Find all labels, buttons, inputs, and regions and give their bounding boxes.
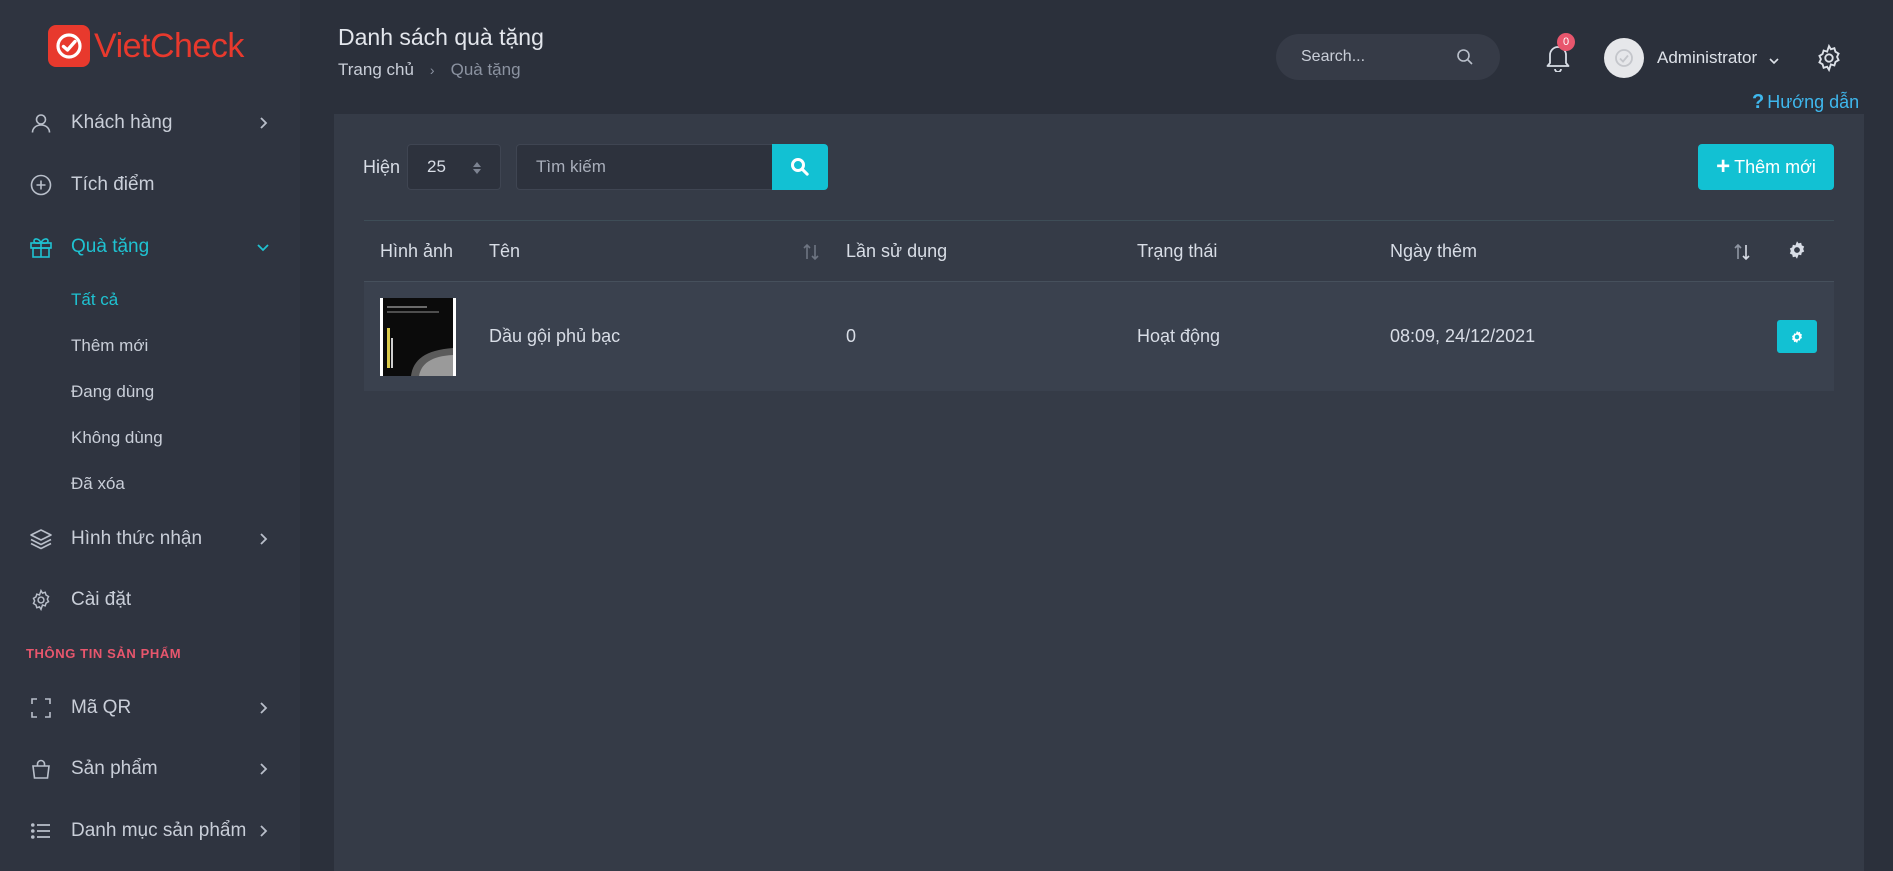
sidebar-item-qr-codes[interactable]: Mã QR [0, 688, 300, 728]
search-button[interactable] [772, 144, 828, 190]
submenu-item-add-new[interactable]: Thêm mới [71, 336, 148, 356]
notification-count-badge: 0 [1557, 33, 1575, 51]
plus-circle-icon [28, 172, 54, 198]
sidebar-item-label: Danh mục sản phẩm [71, 820, 247, 841]
user-icon [28, 110, 54, 136]
column-header-image: Hình ảnh [380, 241, 454, 261]
sidebar: VietCheck Khách hàng Tích điểm Quà tặng … [0, 0, 300, 871]
sidebar-item-label: Khách hàng [71, 112, 173, 133]
list-icon [28, 818, 54, 844]
sidebar-item-settings[interactable]: Cài đặt [0, 580, 300, 620]
settings-gear-icon[interactable] [1815, 43, 1843, 77]
search-icon [791, 158, 809, 176]
logo-text: VietCheck [94, 26, 244, 65]
gear-icon [28, 587, 54, 613]
column-header-date-added[interactable]: Ngày thêm [1390, 241, 1477, 262]
search-icon[interactable] [1456, 48, 1474, 71]
gift-status: Hoạt động [1137, 326, 1221, 346]
logo[interactable]: VietCheck [48, 22, 244, 70]
gift-uses: 0 [846, 326, 857, 346]
row-settings-button[interactable] [1777, 320, 1817, 353]
plus-icon: + [1716, 153, 1731, 180]
add-new-label: Thêm mới [1734, 156, 1816, 177]
submenu-item-all[interactable]: Tất cả [71, 290, 118, 310]
submenu-item-in-use[interactable]: Đang dùng [71, 382, 154, 402]
qr-scan-icon [28, 695, 54, 721]
chevron-down-icon[interactable] [1768, 52, 1780, 70]
sidebar-item-product-categories[interactable]: Danh mục sản phẩm [0, 811, 300, 851]
sidebar-item-label: Sản phẩm [71, 758, 158, 779]
breadcrumb-home-link[interactable]: Trang chủ [338, 60, 414, 80]
submenu-item-deleted[interactable]: Đã xóa [71, 474, 125, 494]
chevron-right-icon [256, 701, 270, 715]
sort-icon[interactable] [802, 242, 820, 267]
page-size-select[interactable]: 25 [407, 144, 501, 190]
header-search [1276, 34, 1500, 80]
sidebar-item-label: Cài đặt [71, 589, 132, 610]
page-size-label: Hiện [363, 157, 401, 177]
table-search-input[interactable] [536, 157, 756, 177]
sidebar-item-label: Tích điểm [71, 174, 155, 195]
user-menu-name[interactable]: Administrator [1657, 48, 1757, 68]
sidebar-item-customers[interactable]: Khách hàng [0, 103, 300, 143]
chevron-right-icon [256, 762, 270, 776]
sidebar-item-products[interactable]: Sản phẩm [0, 749, 300, 789]
sidebar-item-label: Quà tặng [71, 236, 150, 257]
sidebar-item-label: Mã QR [71, 697, 132, 718]
select-arrows-icon [472, 160, 482, 181]
layers-icon [28, 526, 54, 552]
chevron-down-icon [256, 240, 270, 254]
column-settings-gear-icon[interactable] [1787, 240, 1807, 265]
sidebar-item-gifts[interactable]: Quà tặng [0, 227, 300, 267]
table-search-field [516, 144, 773, 190]
table-top-border [364, 220, 1834, 221]
sort-icon[interactable] [1733, 242, 1751, 267]
column-header-name[interactable]: Tên [489, 241, 520, 262]
content-card [334, 114, 1864, 871]
add-new-button[interactable]: + Thêm mới [1698, 144, 1834, 190]
sidebar-item-receive-methods[interactable]: Hình thức nhận [0, 519, 300, 559]
logo-check-icon [48, 25, 90, 67]
avatar[interactable] [1604, 38, 1644, 78]
section-label-product-info: THÔNG TIN SẢN PHẨM [26, 646, 182, 661]
help-link-label: Hướng dẫn [1767, 92, 1860, 112]
chevron-right-icon [256, 532, 270, 546]
help-link[interactable]: ? Hướng dẫn [1752, 91, 1859, 114]
chevron-right-icon [256, 116, 270, 130]
gear-icon [1791, 330, 1803, 343]
header-search-input[interactable] [1301, 48, 1451, 66]
shopping-bag-icon [28, 756, 54, 782]
gift-thumbnail-image[interactable] [380, 298, 456, 376]
sidebar-item-label: Hình thức nhận [71, 528, 203, 549]
gift-name[interactable]: Dầu gội phủ bạc [489, 326, 620, 347]
breadcrumb-current: Quà tặng [450, 60, 521, 79]
submenu-item-not-in-use[interactable]: Không dùng [71, 428, 163, 448]
column-header-uses[interactable]: Lần sử dụng [846, 241, 947, 262]
gift-icon [28, 234, 54, 260]
breadcrumb-separator: › [429, 62, 435, 78]
page-title: Danh sách quà tặng [338, 24, 544, 50]
question-mark-icon: ? [1752, 91, 1765, 113]
chevron-right-icon [256, 824, 270, 838]
column-header-status[interactable]: Trạng thái [1137, 241, 1217, 262]
sidebar-item-points[interactable]: Tích điểm [0, 165, 300, 205]
page-size-value: 25 [427, 157, 446, 176]
breadcrumb: Trang chủ › Quà tặng [338, 60, 521, 80]
gift-date-added: 08:09, 24/12/2021 [1390, 326, 1536, 346]
